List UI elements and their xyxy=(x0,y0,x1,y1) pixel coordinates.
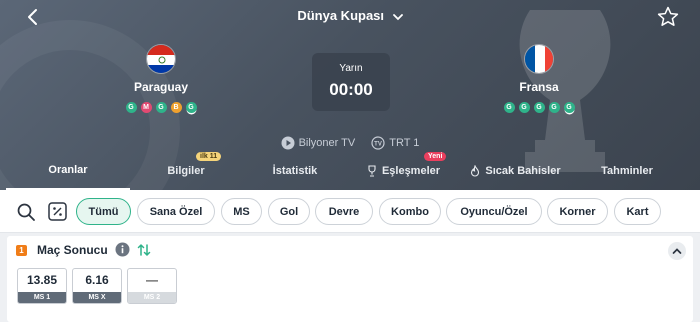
filter-chip-kombo[interactable]: Kombo xyxy=(379,198,441,225)
tab-oranlar[interactable]: Oranlar xyxy=(6,152,130,190)
away-form: G G G G G xyxy=(494,102,584,113)
chip-label: MS xyxy=(233,205,250,218)
search-icon[interactable] xyxy=(16,202,36,222)
percent-icon[interactable] xyxy=(48,202,67,221)
chip-label: Kombo xyxy=(391,205,429,218)
tab-eslesmeler[interactable]: Eşleşmeler Yeni xyxy=(350,152,456,190)
odd-button-msx[interactable]: 6.16 MS X xyxy=(72,268,122,304)
paraguay-flag-icon xyxy=(146,44,176,74)
tab-label: Sıcak Bahisler xyxy=(485,165,561,177)
market-card-mac-sonucu: 1 Maç Sonucu 13.85 MS 1 6.16 MS X — MS 2 xyxy=(7,236,693,322)
kickoff-box: Yarın 00:00 xyxy=(312,53,390,111)
flame-icon xyxy=(471,165,480,177)
tab-istatistik[interactable]: İstatistik xyxy=(242,152,348,190)
form-result: G xyxy=(503,102,515,113)
france-flag-icon xyxy=(524,44,554,74)
form-result: G xyxy=(533,102,545,113)
form-result: G xyxy=(563,102,575,113)
trophy-icon xyxy=(368,165,376,177)
chip-label: Tümü xyxy=(88,205,119,218)
tab-label: Oranlar xyxy=(48,164,88,176)
odd-label: MS X xyxy=(73,292,121,303)
form-result: G xyxy=(548,102,560,113)
tab-label: Tahminler xyxy=(601,165,653,177)
odd-value: 13.85 xyxy=(26,273,58,287)
new-badge: Yeni xyxy=(424,152,447,161)
tab-label: Bilgiler xyxy=(167,165,205,177)
form-result: G xyxy=(125,102,137,113)
svg-text:TV: TV xyxy=(374,142,382,148)
market-number: 1 xyxy=(16,245,27,256)
chip-label: Korner xyxy=(559,205,596,218)
match-tabs: Oranlar Bilgiler ilk 11 İstatistik Eşleş… xyxy=(0,152,700,190)
filter-chip-devre[interactable]: Devre xyxy=(315,198,373,225)
filter-chip-korner[interactable]: Korner xyxy=(547,198,608,225)
form-result: B xyxy=(170,102,182,113)
kickoff-time: 00:00 xyxy=(329,80,373,99)
chip-label: Devre xyxy=(328,205,360,218)
broadcast-label: TRT 1 xyxy=(389,137,420,149)
filter-chip-ms[interactable]: MS xyxy=(221,198,262,225)
odd-button-ms1[interactable]: 13.85 MS 1 xyxy=(17,268,67,304)
odd-value: 6.16 xyxy=(85,273,109,287)
kickoff-day: Yarın xyxy=(339,63,363,74)
filter-chip-tumu[interactable]: Tümü xyxy=(76,198,131,225)
chip-label: Sana Özel xyxy=(149,205,203,218)
broadcast-trt1[interactable]: TV TRT 1 xyxy=(371,136,419,150)
odd-button-ms2: — MS 2 xyxy=(127,268,177,304)
away-team-name: Fransa xyxy=(519,80,559,94)
odd-label: MS 1 xyxy=(18,292,66,303)
filter-chip-sana-ozel[interactable]: Sana Özel xyxy=(137,198,215,225)
chevron-up-icon xyxy=(672,248,682,254)
chip-label: Oyuncu/Özel xyxy=(460,205,528,218)
match-page: Dünya Kupası Paraguay G M G B G Yarın 00… xyxy=(0,0,700,322)
away-team[interactable]: Fransa G G G G G xyxy=(494,44,584,113)
odd-label: MS 2 xyxy=(128,292,176,303)
home-form: G M G B G xyxy=(116,102,206,113)
tab-label: İstatistik xyxy=(272,165,318,177)
market-title: Maç Sonucu xyxy=(37,243,108,257)
form-result: G xyxy=(185,102,197,113)
chip-label: Kart xyxy=(626,205,649,218)
tab-label: Eşleşmeler xyxy=(381,165,441,177)
filter-chip-oyuncu-ozel[interactable]: Oyuncu/Özel xyxy=(446,198,542,225)
chevron-down-icon xyxy=(392,13,403,20)
tab-tahminler[interactable]: Tahminler xyxy=(574,152,680,190)
market-filter-bar: Tümü Sana Özel MS Gol Devre Kombo Oyuncu… xyxy=(0,190,700,233)
match-header: Dünya Kupası Paraguay G M G B G Yarın 00… xyxy=(0,0,700,190)
filter-chip-kart[interactable]: Kart xyxy=(614,198,661,225)
broadcast-bilyoner-tv[interactable]: Bilyoner TV xyxy=(281,136,356,150)
form-result: G xyxy=(518,102,530,113)
form-result: G xyxy=(155,102,167,113)
tv-icon: TV xyxy=(371,136,385,150)
chip-label: Gol xyxy=(279,205,299,218)
lineup-badge: ilk 11 xyxy=(196,152,222,161)
tab-bilgiler[interactable]: Bilgiler ilk 11 xyxy=(130,152,242,190)
broadcast-label: Bilyoner TV xyxy=(298,137,356,149)
filter-chip-gol[interactable]: Gol xyxy=(268,198,310,225)
home-team[interactable]: Paraguay G M G B G xyxy=(116,44,206,113)
odds-trend-icon xyxy=(137,243,151,257)
info-icon[interactable] xyxy=(115,242,130,257)
form-result: M xyxy=(140,102,152,113)
broadcast-channels: Bilyoner TV TV TRT 1 xyxy=(0,136,700,150)
competition-title: Dünya Kupası xyxy=(297,8,385,23)
tab-sicak-bahisler[interactable]: Sıcak Bahisler xyxy=(458,152,572,190)
odd-value: — xyxy=(146,273,158,287)
play-icon xyxy=(281,136,295,150)
collapse-button[interactable] xyxy=(668,242,686,260)
home-team-name: Paraguay xyxy=(133,80,189,94)
competition-selector[interactable]: Dünya Kupası xyxy=(0,8,700,23)
favorite-star-icon[interactable] xyxy=(656,5,680,29)
